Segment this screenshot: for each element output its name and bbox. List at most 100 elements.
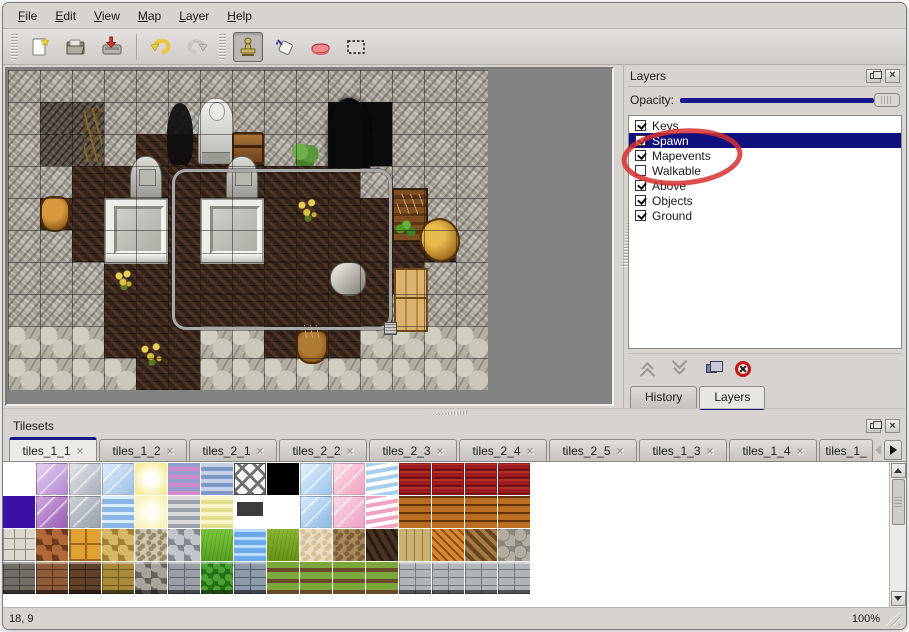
map-tile-light-cobble[interactable] xyxy=(72,326,104,358)
amber-basket[interactable] xyxy=(40,196,70,232)
save-file-button[interactable] xyxy=(97,32,127,62)
close-panel-button[interactable]: × xyxy=(885,69,900,83)
hanging-vines[interactable] xyxy=(84,108,102,162)
tileset-tab-tiles_1_4[interactable]: tiles_1_4× xyxy=(729,439,817,461)
small-plant[interactable] xyxy=(114,270,134,290)
palette-tile-carpet[interactable] xyxy=(432,463,464,495)
map-tile-dark-floor[interactable] xyxy=(136,262,168,294)
palette-tile-planks-d[interactable] xyxy=(366,529,398,561)
map-tile-light-cobble[interactable] xyxy=(392,358,424,390)
open-file-button[interactable] xyxy=(61,32,91,62)
basket-with-sticks[interactable] xyxy=(296,330,328,364)
map-tile-light-cobble[interactable] xyxy=(360,358,392,390)
map-tile-stone-wall[interactable] xyxy=(296,70,328,102)
map-viewport[interactable] xyxy=(5,67,614,406)
palette-tile-crops[interactable] xyxy=(300,562,332,594)
map-tile-stone-wall[interactable] xyxy=(424,166,456,198)
stone-platform-left[interactable] xyxy=(104,198,168,264)
tileset-tab-tiles_2_3[interactable]: tiles_2_3× xyxy=(369,439,457,461)
palette-tile-glass[interactable] xyxy=(36,463,68,495)
scroll-down-button[interactable] xyxy=(891,591,906,606)
tab-close-icon[interactable]: × xyxy=(617,444,624,458)
tile-palette[interactable] xyxy=(3,462,889,607)
map-tile-stone-wall[interactable] xyxy=(424,262,456,294)
palette-tile-brick[interactable] xyxy=(399,562,431,594)
tall-crate[interactable] xyxy=(394,268,428,332)
scrollbar-thumb[interactable] xyxy=(892,479,905,525)
resize-grip[interactable] xyxy=(886,612,900,626)
palette-tile-brick[interactable] xyxy=(234,562,266,594)
map-tile-stone-wall[interactable] xyxy=(72,294,104,326)
palette-tile-glass[interactable] xyxy=(102,463,134,495)
map-tile-stone-wall[interactable] xyxy=(456,166,488,198)
palette-tile-solid[interactable] xyxy=(267,463,299,495)
map-tile-dark-floor[interactable] xyxy=(72,198,104,230)
tileset-tab-tiles_2_5[interactable]: tiles_2_5× xyxy=(549,439,637,461)
map-tile-light-cobble[interactable] xyxy=(8,358,40,390)
map-tile-stone-wall[interactable] xyxy=(104,134,136,166)
map-tile-stone-wall[interactable] xyxy=(424,102,456,134)
redo-button[interactable] xyxy=(182,32,212,62)
float-panel-button[interactable] xyxy=(866,69,881,83)
palette-tile-brick[interactable] xyxy=(36,562,68,594)
tileset-tab-tiles_2_2[interactable]: tiles_2_2× xyxy=(279,439,367,461)
map-tile-light-cobble[interactable] xyxy=(456,326,488,358)
map-tile-stone-wall[interactable] xyxy=(8,134,40,166)
palette-tile-stripes[interactable] xyxy=(201,496,233,528)
map-tile-light-cobble[interactable] xyxy=(264,358,296,390)
map-tile-stone-wall[interactable] xyxy=(424,294,456,326)
map-tile-stone-wall[interactable] xyxy=(424,134,456,166)
palette-tile-glass[interactable] xyxy=(300,463,332,495)
new-file-button[interactable] xyxy=(25,32,55,62)
map-tile-stone-wall[interactable] xyxy=(456,294,488,326)
dark-figure[interactable] xyxy=(167,103,193,165)
map-tile-stone-wall[interactable] xyxy=(72,262,104,294)
scroll-up-button[interactable] xyxy=(891,463,906,478)
map-tile-stone-wall[interactable] xyxy=(392,102,424,134)
menu-layer[interactable]: Layer xyxy=(170,5,218,27)
palette-tile-hedge[interactable] xyxy=(201,562,233,594)
palette-tile-solid[interactable] xyxy=(3,463,35,495)
layer-row-mapevents[interactable]: Mapevents xyxy=(629,148,901,163)
map-tile-stone-wall[interactable] xyxy=(40,166,72,198)
map-tile-light-cobble[interactable] xyxy=(200,326,232,358)
menu-help[interactable]: Help xyxy=(218,5,261,27)
tab-scroll-right-button[interactable] xyxy=(884,440,902,460)
menu-file[interactable]: File xyxy=(9,5,46,27)
palette-tile-planks-h[interactable] xyxy=(465,496,497,528)
tileset-tab-tiles_1_[interactable]: tiles_1_ xyxy=(819,439,873,461)
cave-opening[interactable] xyxy=(328,98,370,168)
map-tile-stone-wall[interactable] xyxy=(8,166,40,198)
map-tile-stone-wall[interactable] xyxy=(456,70,488,102)
map-tile-dark-floor[interactable] xyxy=(104,294,136,326)
layer-visibility-checkbox[interactable] xyxy=(635,195,646,206)
palette-tile-glass[interactable] xyxy=(69,463,101,495)
palette-tile-grass[interactable] xyxy=(267,529,299,561)
layer-visibility-checkbox[interactable] xyxy=(635,135,646,146)
map-tile-stone-wall[interactable] xyxy=(8,70,40,102)
layer-row-keys[interactable]: Keys xyxy=(629,118,901,133)
opacity-slider[interactable] xyxy=(680,92,900,108)
map-tile-stone-wall[interactable] xyxy=(232,70,264,102)
tab-close-icon[interactable]: × xyxy=(347,444,354,458)
palette-tile-crops[interactable] xyxy=(333,562,365,594)
map-tile-stone-wall[interactable] xyxy=(40,230,72,262)
palette-tile-herring[interactable] xyxy=(465,529,497,561)
palette-tile-glass[interactable] xyxy=(300,496,332,528)
map-tile-dark-floor[interactable] xyxy=(136,294,168,326)
tab-close-icon[interactable]: × xyxy=(797,444,804,458)
tab-close-icon[interactable]: × xyxy=(437,444,444,458)
map-tile-stone-wall[interactable] xyxy=(232,102,264,134)
palette-tile-sand[interactable] xyxy=(333,529,365,561)
tab-history[interactable]: History xyxy=(630,386,697,408)
palette-tile-grass[interactable] xyxy=(201,529,233,561)
palette-tile-cobble[interactable] xyxy=(135,562,167,594)
map-tile-light-cobble[interactable] xyxy=(328,358,360,390)
palette-tile-brick[interactable] xyxy=(465,562,497,594)
palette-tile-ripple[interactable] xyxy=(366,496,398,528)
layer-visibility-checkbox[interactable] xyxy=(635,150,646,161)
map-tile-dark-floor[interactable] xyxy=(168,326,200,358)
map-tile-stone-wall[interactable] xyxy=(456,198,488,230)
tab-close-icon[interactable]: × xyxy=(77,444,84,458)
map-tile-stone-wall[interactable] xyxy=(8,102,40,134)
